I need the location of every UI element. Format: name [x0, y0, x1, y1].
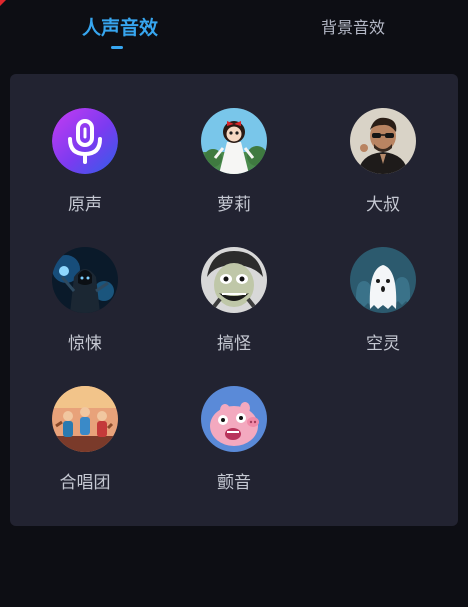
effect-label: 大叔	[366, 195, 400, 215]
microphone-icon	[52, 108, 118, 174]
active-tab-indicator	[111, 46, 123, 49]
effect-choir[interactable]: 合唱团	[25, 386, 145, 496]
uncle-avatar	[350, 108, 416, 174]
effect-uncle[interactable]: 大叔	[323, 108, 443, 218]
tab-background-effects[interactable]: 背景音效	[321, 16, 385, 40]
ghost-avatar	[350, 247, 416, 313]
effect-label: 萝莉	[217, 195, 251, 215]
effect-original[interactable]: 原声	[25, 108, 145, 218]
choir-avatar	[52, 386, 118, 452]
funny-face-avatar	[201, 247, 267, 313]
effect-label: 空灵	[366, 334, 400, 354]
effect-label: 惊悚	[68, 334, 102, 354]
effect-label: 原声	[68, 195, 102, 215]
effect-vibrato[interactable]: 颤音	[174, 386, 294, 496]
tab-voice-effects[interactable]: 人声音效	[82, 16, 158, 40]
effect-label: 合唱团	[59, 473, 111, 493]
effect-label: 搞怪	[217, 334, 251, 354]
effect-funny[interactable]: 搞怪	[174, 247, 294, 357]
effect-loli[interactable]: 萝莉	[174, 108, 294, 218]
effects-panel: 原声 萝莉 大叔 惊悚 搞怪 空灵 合唱团 颤音	[10, 74, 458, 526]
tab-bar: 人声音效 背景音效	[0, 0, 468, 60]
pig-avatar	[201, 386, 267, 452]
effect-thriller[interactable]: 惊悚	[25, 247, 145, 357]
effect-ethereal[interactable]: 空灵	[323, 247, 443, 357]
thriller-avatar	[52, 247, 118, 313]
effect-label: 颤音	[217, 473, 251, 493]
loli-girl-avatar	[201, 108, 267, 174]
